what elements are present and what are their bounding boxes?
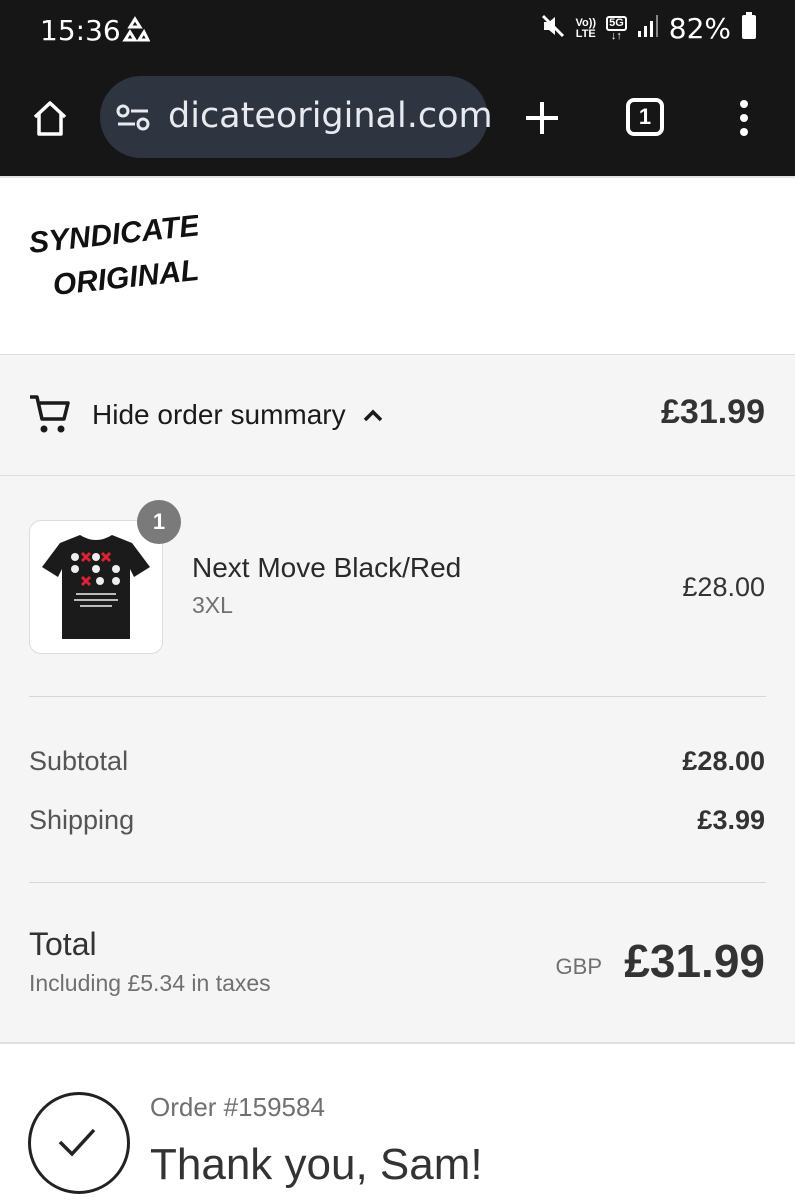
status-bar: 15:36 Vo)) LTE 5G ↓↑ 82% xyxy=(0,0,795,62)
browser-toolbar: dicateoriginal.com 1 xyxy=(0,62,795,176)
product-variant: 3XL xyxy=(192,592,233,618)
grand-total: £31.99 xyxy=(624,935,765,987)
product-price: £28.00 xyxy=(682,572,765,602)
quantity-badge: 1 xyxy=(137,500,181,544)
tabs-icon[interactable]: 1 xyxy=(626,98,664,136)
order-summary-toggle[interactable]: Hide order summary £31.99 xyxy=(0,354,795,476)
product-name: Next Move Black/Red xyxy=(192,552,462,583)
divider xyxy=(29,696,766,697)
store-logo[interactable]: SYNDICATE ORIGINAL xyxy=(27,209,202,310)
status-time: 15:36 xyxy=(40,14,121,47)
volte-indicator: Vo)) LTE xyxy=(575,16,597,40)
tax-note: Including £5.34 in taxes xyxy=(29,970,271,996)
network-label: 5G xyxy=(606,15,627,31)
divider xyxy=(29,882,766,883)
network-type: 5G ↓↑ xyxy=(606,15,627,42)
address-bar[interactable]: dicateoriginal.com xyxy=(100,76,493,158)
currency-code: GBP xyxy=(555,954,602,979)
summary-total: £31.99 xyxy=(661,393,765,431)
order-details: 1 Next Move Black/Red 3XL £28.00 Subtota… xyxy=(0,476,795,1044)
tshirt-image xyxy=(42,535,150,639)
chevron-up-icon xyxy=(362,407,384,428)
shipping-label: Shipping xyxy=(29,805,135,835)
new-tab-icon[interactable] xyxy=(522,98,562,143)
logo-line-1: SYNDICATE xyxy=(28,215,198,260)
product-thumbnail xyxy=(29,520,163,654)
home-icon[interactable] xyxy=(30,98,70,143)
status-indicators: Vo)) LTE 5G ↓↑ 82% xyxy=(540,12,758,45)
signal-icon xyxy=(637,14,659,43)
total-label: Total xyxy=(29,926,97,962)
battery-icon xyxy=(741,12,757,45)
site-settings-icon[interactable] xyxy=(116,104,150,137)
url-text: dicateoriginal.com xyxy=(168,96,493,136)
subtotal-value: £28.00 xyxy=(682,746,765,776)
recycle-icon xyxy=(120,16,151,51)
logo-line-2: ORIGINAL xyxy=(51,254,198,302)
cart-icon xyxy=(28,393,72,440)
battery-level: 82% xyxy=(668,12,731,45)
menu-icon[interactable] xyxy=(738,98,750,143)
volte-top: Vo)) xyxy=(575,16,597,29)
mute-icon xyxy=(540,13,566,44)
subtotal-label: Subtotal xyxy=(29,746,129,776)
volte-bottom: LTE xyxy=(575,27,596,40)
shipping-value: £3.99 xyxy=(697,805,765,835)
summary-toggle-label: Hide order summary xyxy=(92,399,346,430)
toolbar-divider xyxy=(0,176,795,178)
checkmark-icon xyxy=(28,1092,130,1194)
order-number: Order #159584 xyxy=(150,1092,325,1122)
thank-you-heading: Thank you, Sam! xyxy=(150,1140,483,1189)
